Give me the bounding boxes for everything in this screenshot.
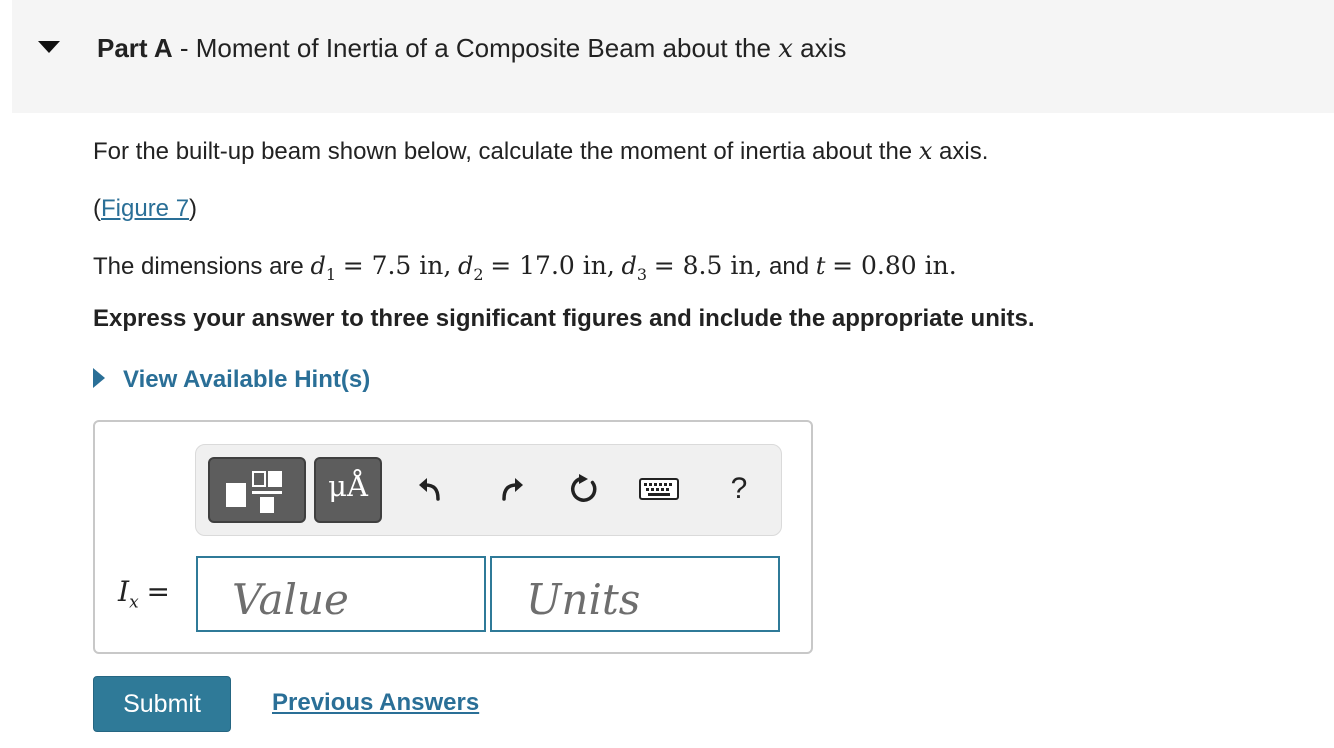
question-prompt: For the built-up beam shown below, calcu… [93,137,988,166]
units-symbol: μÅ [328,469,368,503]
prompt-end: axis. [939,138,989,165]
view-hints-toggle[interactable]: View Available Hint(s) [93,366,370,394]
d2-value: = 17.0 in, [490,251,615,280]
answer-label: Ix = [118,575,170,613]
figure-reference: (Figure 7) [93,195,197,223]
part-separator: - [179,33,189,63]
answer-equals: = [146,575,170,608]
units-button[interactable]: μÅ [314,457,382,523]
figure-close-paren: ) [189,195,198,222]
part-title-text: Moment of Inertia of a Composite Beam ab… [195,33,771,63]
templates-button[interactable] [208,457,306,523]
collapse-arrow-icon[interactable] [38,41,60,53]
keyboard-icon[interactable] [637,471,681,507]
d3-subscript: 3 [636,264,648,284]
d3-symbol: d [621,252,637,280]
math-toolbar: μÅ ? [195,444,782,536]
part-label: Part A [97,33,173,63]
expand-triangle-icon [93,367,105,388]
part-title: Part A - Moment of Inertia of a Composit… [97,33,846,64]
d1-symbol: d [310,252,326,280]
d1-value: = 7.5 in, [342,251,452,280]
figure-link[interactable]: Figure 7 [101,195,189,222]
view-hints-label: View Available Hint(s) [123,366,371,393]
redo-icon[interactable] [493,471,529,507]
d1-subscript: 1 [325,264,337,284]
prompt-text: For the built-up beam shown below, calcu… [93,138,913,165]
previous-answers-link[interactable]: Previous Answers [272,689,479,717]
answer-instruction: Express your answer to three significant… [93,305,1035,332]
reset-icon[interactable] [566,471,602,507]
prompt-variable: x [918,137,933,165]
figure-open-paren: ( [93,195,101,222]
d3-value: = 8.5 in, [653,251,763,280]
value-input[interactable] [196,556,486,632]
t-symbol: t [815,252,826,280]
dims-intro: The dimensions are [93,253,304,280]
answer-subscript: x [129,592,139,613]
submit-button[interactable]: Submit [93,676,231,732]
answer-variable: I [118,575,130,608]
d2-subscript: 2 [473,264,484,284]
part-title-variable: x [778,34,793,64]
d2-symbol: d [458,252,474,280]
and-text: and [769,253,810,280]
dimensions-statement: The dimensions are d1 = 7.5 in, d2 = 17.… [93,251,957,284]
t-value: = 0.80 in. [832,251,957,280]
units-input[interactable] [490,556,780,632]
answer-box: μÅ ? Ix = Value Units [93,420,813,654]
undo-icon[interactable] [413,471,449,507]
help-icon[interactable]: ? [721,471,757,507]
part-title-end: axis [800,33,847,63]
